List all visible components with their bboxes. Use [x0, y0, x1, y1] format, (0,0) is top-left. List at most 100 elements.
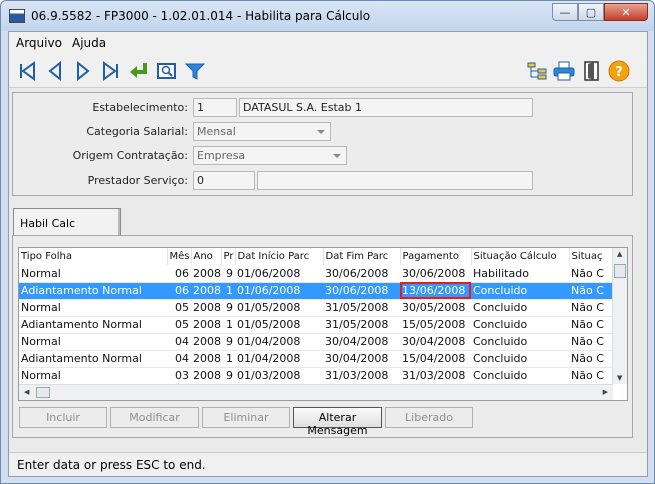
table-cell: Normal	[19, 299, 167, 317]
table-cell: Concluido	[471, 299, 569, 317]
table-cell: 9	[221, 367, 235, 385]
minimize-icon: —	[559, 5, 571, 19]
grid-body: Normal 06 2008 9 01/06/2008 30/06/2008 30/06/2…	[19, 265, 613, 385]
table-cell: 01/04/2008	[235, 350, 323, 368]
title-bar[interactable]: 06.9.5582 - FP3000 - 1.02.01.014 - Habil…	[1, 1, 654, 31]
table-cell: 04	[167, 350, 191, 368]
table-row[interactable]: Normal 04 2008 9 01/04/2008 30/04/2008 30/04/2…	[19, 333, 613, 351]
search-button[interactable]	[155, 59, 179, 83]
horizontal-scrollbar[interactable]: ◀ ▶	[19, 384, 613, 400]
table-row[interactable]: Adiantamento Normal 05 2008 1 01/05/2008 31/0…	[19, 316, 613, 334]
minimize-button[interactable]: —	[552, 3, 578, 21]
scroll-down-icon[interactable]: ▼	[617, 374, 622, 382]
categoria-value: Mensal	[197, 125, 236, 138]
table-cell: Concluido	[471, 367, 569, 385]
table-cell: Não C	[569, 333, 613, 351]
vertical-scroll-thumb[interactable]	[614, 264, 626, 278]
table-cell: 15/05/2008	[400, 316, 471, 334]
last-record-button[interactable]	[99, 59, 123, 83]
table-cell: Normal	[19, 367, 167, 385]
table-row[interactable]: Normal 05 2008 9 01/05/2008 31/05/2008 30/05/2…	[19, 299, 613, 317]
table-cell: Não C	[569, 316, 613, 334]
table-cell: Adiantamento Normal	[19, 350, 167, 368]
grid-column-header[interactable]: Pagamento	[400, 248, 472, 265]
table-cell: 2008	[191, 265, 221, 283]
table-row[interactable]: Adiantamento Normal 04 2008 1 01/04/2008 30/0…	[19, 350, 613, 368]
table-cell: Normal	[19, 333, 167, 351]
table-cell: 30/04/2008	[323, 333, 400, 351]
menu-arquivo[interactable]: Arquivo	[16, 36, 62, 50]
last-icon	[103, 61, 118, 81]
horizontal-scroll-thumb[interactable]	[36, 387, 50, 398]
exit-button[interactable]	[580, 59, 604, 83]
grid-column-header[interactable]: Ano	[191, 248, 222, 265]
table-cell: Não C	[569, 299, 613, 317]
table-cell: 31/05/2008	[323, 316, 400, 334]
tab-habil-calc[interactable]: Habil Calc	[13, 208, 121, 236]
previous-record-button[interactable]	[43, 59, 67, 83]
window-controls: — ▢ ✕	[552, 3, 648, 21]
grid-column-header[interactable]: Tipo Folha	[19, 248, 168, 265]
eliminar-button[interactable]: Eliminar	[202, 407, 290, 428]
filter-icon	[184, 63, 206, 80]
scroll-up-icon[interactable]: ▲	[617, 250, 622, 258]
table-cell: 31/03/2008	[400, 367, 471, 385]
table-cell: 2008	[191, 367, 221, 385]
table-cell: 30/04/2008	[400, 333, 471, 351]
table-cell: 05	[167, 316, 191, 334]
first-record-button[interactable]	[15, 59, 39, 83]
help-button[interactable]: ?	[607, 59, 631, 83]
incluir-button[interactable]: Incluir	[19, 407, 107, 428]
tree-button[interactable]	[525, 59, 549, 83]
grid-column-header[interactable]: Dat Início Parc	[235, 248, 324, 265]
table-cell: 13/06/2008	[400, 282, 471, 300]
table-cell: 2008	[191, 282, 221, 300]
filter-button[interactable]	[183, 59, 207, 83]
table-row[interactable]: Normal 03 2008 9 01/03/2008 31/03/2008 31/03/2…	[19, 367, 613, 385]
print-button[interactable]	[552, 59, 576, 83]
table-cell: Adiantamento Normal	[19, 282, 167, 300]
prestador-name-field	[257, 171, 533, 190]
vertical-scrollbar[interactable]: ▲ ▼	[612, 248, 627, 384]
maximize-icon: ▢	[585, 5, 597, 19]
liberado-button[interactable]: Liberado	[385, 407, 473, 428]
close-button[interactable]: ✕	[604, 3, 648, 21]
table-cell: 2008	[191, 316, 221, 334]
table-cell: Habilitado	[471, 265, 569, 283]
table-cell: 1	[221, 350, 235, 368]
chevron-down-icon	[317, 130, 325, 134]
grid-column-header[interactable]: Situaç	[569, 248, 614, 265]
svg-text:?: ?	[615, 65, 623, 80]
origem-select[interactable]: Empresa	[193, 146, 347, 165]
estabelecimento-code-field[interactable]: 1	[193, 98, 237, 117]
first-icon	[20, 61, 35, 81]
table-cell: Normal	[19, 265, 167, 283]
grid-column-header[interactable]: Mês	[167, 248, 192, 265]
grid-column-header[interactable]: Pr	[221, 248, 236, 265]
exit-icon	[584, 61, 599, 81]
grid-header-row: Tipo Folha Mês Ano Pr Dat Início Parc Dat Fim…	[19, 248, 614, 265]
prestador-code-field[interactable]: 0	[193, 171, 255, 190]
menu-ajuda[interactable]: Ajuda	[72, 36, 106, 50]
next-record-button[interactable]	[71, 59, 95, 83]
close-icon: ✕	[621, 5, 631, 19]
grid-column-header[interactable]: Situação Cálculo	[471, 248, 570, 265]
search-icon	[157, 63, 176, 79]
scroll-left-icon[interactable]: ◀	[24, 388, 29, 396]
table-cell: 30/04/2008	[323, 350, 400, 368]
grid-column-header[interactable]: Dat Fim Parc	[323, 248, 401, 265]
categoria-select[interactable]: Mensal	[193, 122, 331, 141]
grid-table: Tipo Folha Mês Ano Pr Dat Início Parc Dat Fim…	[19, 248, 614, 385]
table-cell: Não C	[569, 350, 613, 368]
table-cell: 06	[167, 265, 191, 283]
table-row[interactable]: Normal 06 2008 9 01/06/2008 30/06/2008 30/06/2…	[19, 265, 613, 283]
table-row[interactable]: Adiantamento Normal 06 2008 1 01/06/2008 30/0…	[19, 282, 613, 300]
modificar-button[interactable]: Modificar	[110, 407, 199, 428]
table-cell: 01/06/2008	[235, 282, 323, 300]
goto-button[interactable]	[127, 59, 151, 83]
client-area: Arquivo Ajuda ? Estabelecimento: 1 DATAS…	[8, 31, 648, 477]
alterar-mensagem-button[interactable]: Alterar Mensagem	[293, 407, 382, 437]
scroll-right-icon[interactable]: ▶	[603, 388, 608, 396]
maximize-button[interactable]: ▢	[578, 3, 604, 21]
tab-panel: Tipo Folha Mês Ano Pr Dat Início Parc Dat Fim…	[12, 235, 633, 438]
